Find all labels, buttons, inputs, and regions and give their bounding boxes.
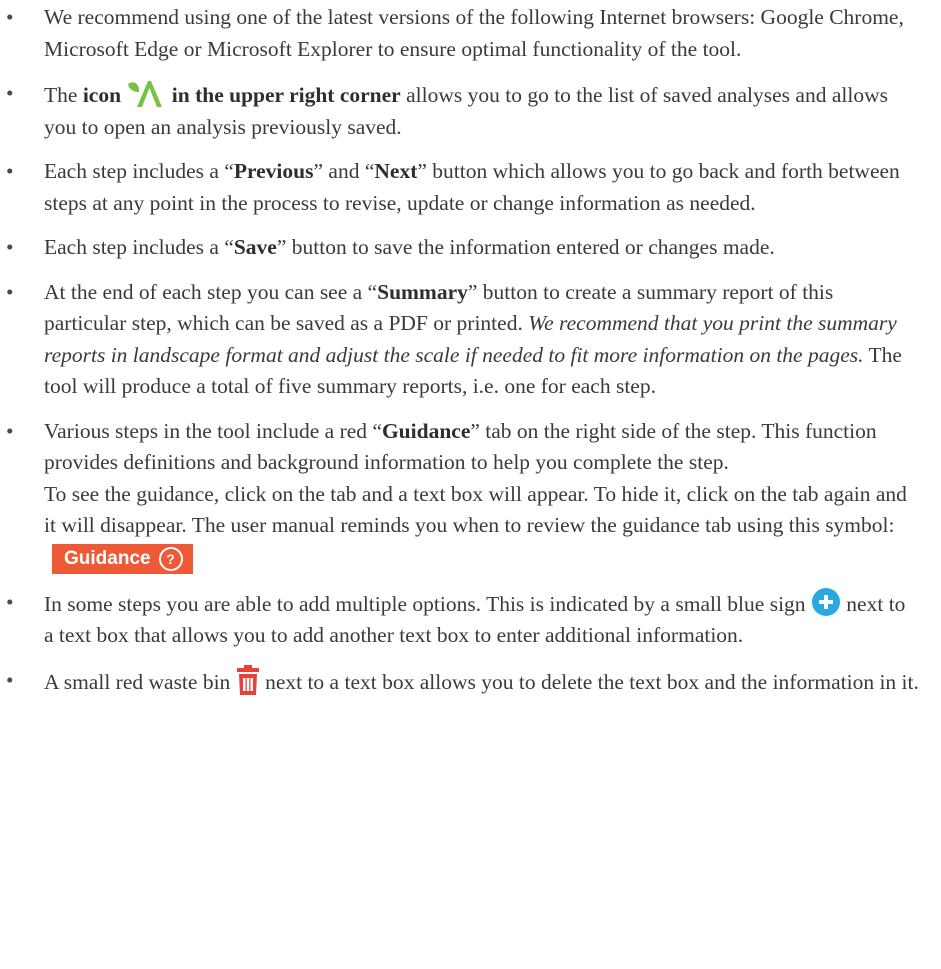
trash-bin-icon [236,664,259,695]
list-item: A small red waste bin next to a text box… [0,664,920,699]
bold-text: in the upper right corner [171,83,401,107]
list-item: Various steps in the tool include a red … [0,416,920,574]
bold-text: Next [374,159,418,183]
list-item: The icon in the upper right corner allow… [0,78,920,143]
plus-circle-icon [811,587,840,616]
list-item: We recommend using one of the latest ver… [0,2,920,65]
bold-text: Summary [377,279,468,304]
bold-text: Guidance [381,418,471,443]
question-icon: ? [158,546,183,571]
bold-text: icon [82,83,122,107]
instruction-list: We recommend using one of the latest ver… [0,0,941,698]
guidance-tab-symbol: Guidance ? [52,543,193,574]
list-item: Each step includes a “Previous” and “Nex… [0,156,920,219]
list-item: In some steps you are able to add multip… [0,587,920,652]
saved-analyses-logo-icon [128,81,163,107]
list-item: Each step includes a “Save” button to sa… [0,232,920,264]
bold-text: Previous [233,159,314,183]
guidance-label: Guidance [64,547,151,569]
list-item: At the end of each step you can see a “S… [0,277,920,403]
bullet-text: We recommend using one of the latest ver… [44,5,904,61]
bold-text: Save [233,235,277,259]
